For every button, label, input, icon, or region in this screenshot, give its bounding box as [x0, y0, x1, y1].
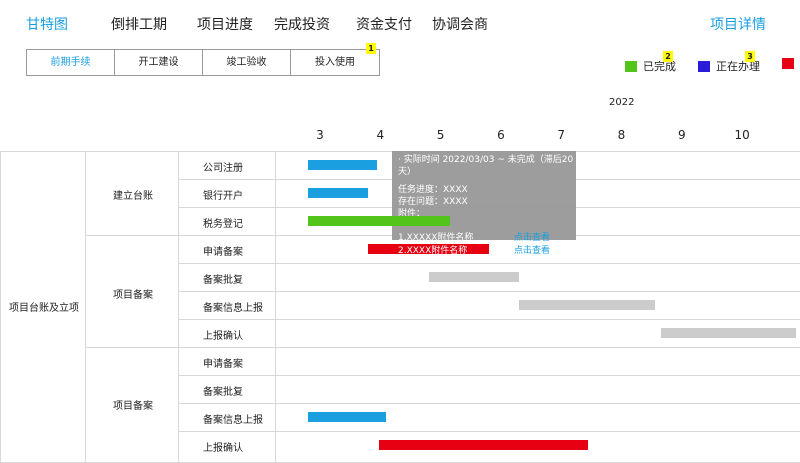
task-bar[interactable]	[660, 328, 797, 338]
nav-coordination[interactable]: 协调会商	[432, 14, 488, 34]
attachment-view-link[interactable]: 点击查看	[514, 243, 550, 256]
group-sub-label: 项目备案	[113, 290, 153, 301]
task-bar[interactable]	[379, 440, 589, 450]
phase-tabs: 前期手续 开工建设 竣工验收 投入使用	[26, 49, 380, 76]
project-detail-link[interactable]: 项目详情	[710, 14, 766, 34]
task-label: 备案信息上报	[203, 303, 263, 314]
nav-gantt[interactable]: 甘特图	[26, 14, 68, 34]
task-label: 上报确认	[203, 443, 243, 454]
grid-line	[0, 151, 1, 463]
grid-line	[178, 375, 800, 376]
grid-line	[85, 347, 800, 348]
task-label: 银行开户	[203, 191, 243, 202]
year-label: 2022	[609, 97, 635, 108]
task-label: 上报确认	[203, 331, 243, 342]
task-label: 公司注册	[203, 163, 243, 174]
task-bar[interactable]	[307, 216, 450, 226]
grid-line	[178, 151, 179, 463]
task-label: 备案批复	[203, 275, 243, 286]
nav-reverse-schedule[interactable]: 倒排工期	[111, 14, 167, 34]
annotation-badge: 1	[366, 43, 376, 54]
month-label: 3	[316, 128, 324, 142]
task-bar[interactable]	[518, 300, 655, 310]
tooltip-issue: 存在问题：XXXX	[398, 197, 468, 207]
task-bar[interactable]	[307, 160, 378, 170]
annotation-badge: 2	[663, 51, 673, 62]
month-label: 5	[436, 128, 445, 142]
task-label: 申请备案	[203, 359, 243, 370]
nav-completed-investment[interactable]: 完成投资	[274, 14, 330, 34]
month-label: 4	[376, 128, 385, 142]
nav-fund-payment[interactable]: 资金支付	[356, 14, 412, 34]
task-label: 备案信息上报	[203, 415, 263, 426]
grid-line	[178, 263, 800, 264]
task-label: 税务登记	[203, 219, 243, 230]
tooltip-progress: 任务进度：XXXX	[398, 185, 468, 195]
group-sub-label: 建立台账	[113, 191, 153, 202]
grid-line	[178, 291, 800, 292]
task-bar[interactable]	[428, 272, 519, 282]
task-label: 申请备案	[203, 247, 243, 258]
grid-line	[178, 431, 800, 432]
task-bar[interactable]	[307, 412, 387, 422]
month-label: 7	[557, 128, 565, 142]
task-bar[interactable]	[307, 188, 369, 198]
month-label: 10	[734, 128, 750, 142]
grid-line	[178, 403, 800, 404]
tooltip-time-cont: 天）	[398, 167, 417, 177]
legend-swatch-red	[782, 58, 794, 69]
task-tooltip: · 实际时间 2022/03/03 ~ 未完成（滞后20 天） 任务进度：XXX…	[392, 151, 576, 240]
month-label: 6	[497, 128, 505, 142]
month-label: 9	[677, 128, 686, 142]
attachment-view-link[interactable]: 点击查看	[514, 230, 550, 243]
annotation-badge: 3	[745, 51, 755, 62]
legend-swatch-blue	[698, 60, 710, 72]
grid-line	[85, 151, 86, 463]
month-label: 8	[617, 128, 626, 142]
tab-construction[interactable]: 开工建设	[115, 50, 203, 75]
grid-line	[178, 319, 800, 320]
group-sub-label: 项目备案	[113, 401, 153, 412]
tab-preliminary[interactable]: 前期手续	[27, 50, 115, 75]
group-main-label: 项目台账及立项	[9, 303, 79, 314]
tab-acceptance[interactable]: 竣工验收	[203, 50, 291, 75]
tooltip-time: · 实际时间 2022/03/03 ~ 未完成（滞后20	[398, 155, 574, 165]
attachment-name: 1.XXXXX附件名称	[398, 233, 474, 243]
legend-overdue	[782, 58, 800, 69]
nav-project-progress[interactable]: 项目进度	[197, 14, 253, 34]
grid-line	[275, 151, 276, 463]
task-label: 备案批复	[203, 387, 243, 398]
legend-swatch-green	[625, 60, 637, 72]
attachment-name: 2.XXXX附件名称	[398, 246, 468, 256]
